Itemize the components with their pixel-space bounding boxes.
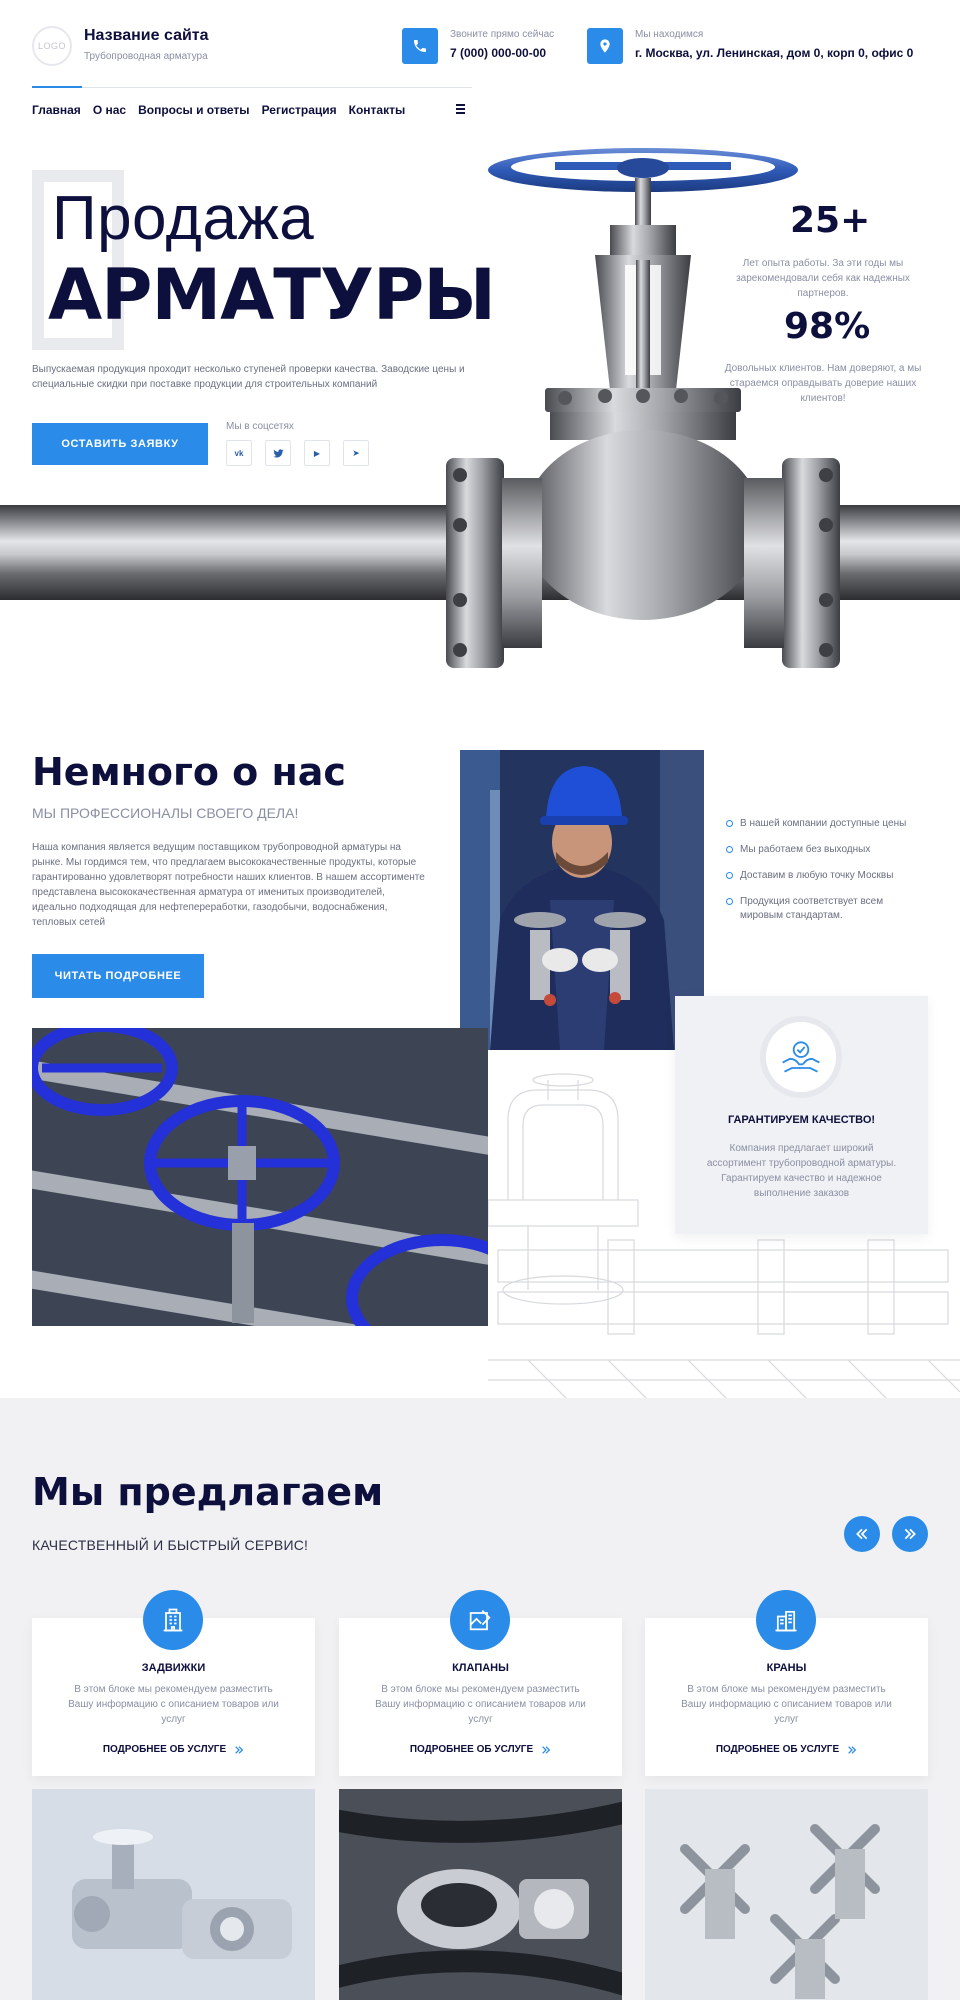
telegram-icon[interactable]: ➤ bbox=[343, 440, 369, 466]
nav-item-registration[interactable]: Регистрация bbox=[262, 103, 337, 117]
worker-photo bbox=[460, 750, 704, 1050]
taps-photo bbox=[645, 1789, 928, 2000]
service-more-link[interactable]: ПОДРОБНЕЕ ОБ УСЛУГЕ bbox=[32, 1744, 315, 1755]
service-text: В этом блоке мы рекомендуем разместить В… bbox=[68, 1684, 279, 1725]
service-text: В этом блоке мы рекомендуем разместить В… bbox=[375, 1684, 586, 1725]
services-title: Мы предлагаем bbox=[32, 1470, 384, 1514]
socials-label: Мы в соцсетях bbox=[226, 421, 294, 432]
request-button[interactable]: ОСТАВИТЬ ЗАЯВКУ bbox=[32, 423, 208, 465]
chevron-double-left-icon bbox=[856, 1528, 868, 1540]
phone-number[interactable]: 7 (000) 000-00-00 bbox=[450, 46, 554, 60]
menu-burger-icon[interactable] bbox=[456, 104, 465, 114]
nav-active-indicator bbox=[32, 86, 82, 88]
hero-title-line2: АРМАТУРЫ bbox=[48, 254, 496, 336]
valves-photo bbox=[32, 1028, 488, 1326]
service-more-label: ПОДРОБНЕЕ ОБ УСЛУГЕ bbox=[102, 1744, 227, 1755]
nav-item-faq[interactable]: Вопросы и ответы bbox=[138, 103, 249, 117]
phone-label: Звоните прямо сейчас bbox=[450, 29, 555, 40]
slider-prev-button[interactable] bbox=[844, 1516, 880, 1552]
site-header: LOGO Название сайта Трубопроводная армат… bbox=[0, 0, 960, 140]
chevron-double-right-icon bbox=[904, 1528, 916, 1540]
gate-valves-photo bbox=[32, 1789, 315, 2000]
stat-years-text: Лет опыта работы. За эти годы мы зареком… bbox=[736, 258, 910, 299]
main-nav: Главная О нас Вопросы и ответы Регистрац… bbox=[32, 103, 405, 117]
service-more-label: ПОДРОБНЕЕ ОБ УСЛУГЕ bbox=[409, 1744, 534, 1755]
hero-title-line1: Продажа bbox=[52, 184, 315, 253]
service-title: КРАНЫ bbox=[766, 1662, 807, 1674]
logo[interactable]: LOGO bbox=[32, 26, 72, 66]
service-more-link[interactable]: ПОДРОБНЕЕ ОБ УСЛУГЕ bbox=[645, 1744, 928, 1755]
phone-icon bbox=[402, 28, 438, 64]
about-text: Наша компания является ведущим поставщик… bbox=[32, 842, 425, 928]
services-subtitle: КАЧЕСТВЕННЫЙ И БЫСТРЫЙ СЕРВИС! bbox=[32, 1537, 309, 1553]
service-card-taps: КРАНЫ В этом блоке мы рекомендуем размес… bbox=[645, 1590, 928, 1776]
service-title: ЗАДВИЖКИ bbox=[141, 1662, 206, 1674]
quality-icon bbox=[760, 1016, 842, 1098]
quality-text: Компания предлагает широкий ассортимент … bbox=[706, 1143, 897, 1199]
quality-card: ГАРАНТИРУЕМ КАЧЕСТВО! Компания предлагае… bbox=[675, 996, 928, 1234]
address-value: г. Москва, ул. Ленинская, дом 0, корп 0,… bbox=[635, 46, 914, 60]
about-subtitle: МЫ ПРОФЕССИОНАЛЫ СВОЕГО ДЕЛА! bbox=[32, 805, 299, 821]
valves-fittings-photo bbox=[339, 1789, 622, 2000]
quality-title: ГАРАНТИРУЕМ КАЧЕСТВО! bbox=[727, 1114, 876, 1126]
location-icon bbox=[587, 28, 623, 64]
logo-text: LOGO bbox=[37, 41, 66, 51]
site-subtitle: Трубопроводная арматура bbox=[84, 51, 208, 62]
stat-years-value: 25+ bbox=[790, 200, 871, 241]
feature-list: В нашей компании доступные цены Мы работ… bbox=[726, 817, 926, 935]
chevron-double-right-icon bbox=[235, 1745, 244, 1754]
nav-divider bbox=[32, 87, 472, 88]
service-more-label: ПОДРОБНЕЕ ОБ УСЛУГЕ bbox=[715, 1744, 840, 1755]
service-card-valves: КЛАПАНЫ В этом блоке мы рекомендуем разм… bbox=[339, 1590, 622, 1776]
phone-block: Звоните прямо сейчас 7 (000) 000-00-00 bbox=[402, 28, 554, 64]
feature-item: Продукция соответствует всем мировым ста… bbox=[726, 895, 926, 923]
chevron-double-right-icon bbox=[542, 1745, 551, 1754]
stat-clients-value: 98% bbox=[784, 306, 871, 347]
vk-icon[interactable]: vk bbox=[226, 440, 252, 466]
slider-next-button[interactable] bbox=[892, 1516, 928, 1552]
blueprint-icon bbox=[450, 1590, 510, 1650]
address-label: Мы находимся bbox=[635, 29, 704, 40]
address-block: Мы находимся г. Москва, ул. Ленинская, д… bbox=[587, 28, 913, 64]
building-icon bbox=[143, 1590, 203, 1650]
about-title: Немного о нас bbox=[32, 750, 346, 794]
nav-item-home[interactable]: Главная bbox=[32, 103, 81, 117]
hero-description: Выпускаемая продукция проходит несколько… bbox=[32, 364, 465, 390]
crane-building-icon bbox=[756, 1590, 816, 1650]
read-more-button[interactable]: ЧИТАТЬ ПОДРОБНЕЕ bbox=[32, 954, 204, 998]
stat-clients-text: Довольных клиентов. Нам доверяют, а мы с… bbox=[724, 363, 922, 404]
service-card-gate-valves: ЗАДВИЖКИ В этом блоке мы рекомендуем раз… bbox=[32, 1590, 315, 1776]
site-name[interactable]: Название сайта bbox=[84, 27, 209, 45]
nav-item-contacts[interactable]: Контакты bbox=[349, 103, 406, 117]
service-more-link[interactable]: ПОДРОБНЕЕ ОБ УСЛУГЕ bbox=[339, 1744, 622, 1755]
feature-item: Доставим в любую точку Москвы bbox=[726, 869, 926, 883]
feature-item: В нашей компании доступные цены bbox=[726, 817, 926, 831]
twitter-icon[interactable] bbox=[265, 440, 291, 466]
nav-item-about[interactable]: О нас bbox=[93, 103, 126, 117]
feature-item: Мы работаем без выходных bbox=[726, 843, 926, 857]
service-title: КЛАПАНЫ bbox=[452, 1662, 509, 1674]
service-text: В этом блоке мы рекомендуем разместить В… bbox=[681, 1684, 892, 1725]
chevron-double-right-icon bbox=[848, 1745, 857, 1754]
youtube-icon[interactable]: ▶ bbox=[304, 440, 330, 466]
